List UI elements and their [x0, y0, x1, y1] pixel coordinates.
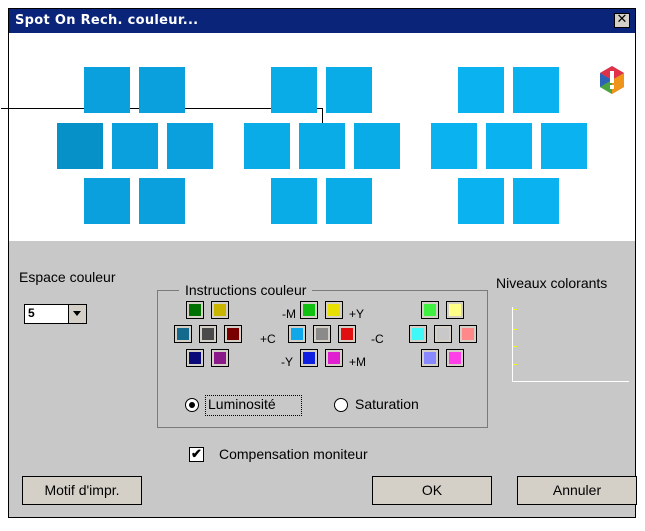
color-swatch-fill: [177, 328, 189, 340]
color-swatch[interactable]: [186, 349, 204, 367]
label-minus-y: -Y: [281, 355, 293, 369]
color-space-select[interactable]: 5: [24, 304, 87, 324]
color-swatch-fill: [341, 328, 353, 340]
color-variation-patch[interactable]: [486, 123, 532, 169]
color-swatch-fill: [424, 352, 436, 364]
color-swatch-fill: [202, 328, 214, 340]
cancel-button[interactable]: Annuler: [517, 476, 637, 505]
color-swatch[interactable]: [409, 325, 427, 343]
color-swatch[interactable]: [211, 349, 229, 367]
print-pattern-button[interactable]: Motif d'impr.: [22, 476, 142, 505]
levels-axis: [512, 307, 513, 382]
pointer-line-vertical: [322, 108, 323, 124]
saturation-radio[interactable]: [334, 398, 348, 412]
level-tick: [513, 346, 517, 347]
color-variation-patch[interactable]: [513, 178, 559, 224]
color-variation-patch[interactable]: [458, 178, 504, 224]
color-variation-patch[interactable]: [139, 178, 185, 224]
color-instructions-title: Instructions couleur: [179, 282, 313, 298]
level-tick: [513, 309, 517, 310]
color-swatch-fill: [449, 352, 461, 364]
level-tick: [513, 329, 517, 330]
monitor-compensation-label[interactable]: Compensation moniteur: [219, 446, 368, 462]
color-swatch[interactable]: [338, 325, 356, 343]
chevron-down-icon[interactable]: [68, 305, 86, 323]
label-minus-c: -C: [371, 332, 384, 346]
color-swatch[interactable]: [421, 301, 439, 319]
color-variation-patch[interactable]: [57, 123, 103, 169]
label-minus-m: -M: [282, 307, 296, 321]
color-variation-patch[interactable]: [431, 123, 477, 169]
color-swatch-fill: [291, 328, 303, 340]
color-variation-patch[interactable]: [271, 67, 317, 113]
color-variation-patch[interactable]: [326, 178, 372, 224]
color-variation-patch[interactable]: [326, 67, 372, 113]
color-variation-patch[interactable]: [167, 123, 213, 169]
color-swatch-fill: [303, 352, 315, 364]
color-preview-area: [1, 33, 635, 241]
color-variation-patch[interactable]: [541, 123, 587, 169]
color-swatch-fill: [449, 304, 461, 316]
color-swatch[interactable]: [211, 301, 229, 319]
color-variation-patch[interactable]: [84, 67, 130, 113]
color-swatch-fill: [462, 328, 474, 340]
color-variation-patch[interactable]: [139, 67, 185, 113]
color-swatch[interactable]: [459, 325, 477, 343]
color-swatch-fill: [316, 328, 328, 340]
title-bar: Spot On Rech. couleur... ✕: [9, 9, 635, 33]
color-swatch-fill: [328, 352, 340, 364]
ink-levels-graph: [512, 307, 629, 382]
color-swatch[interactable]: [288, 325, 306, 343]
gamut-warning-icon: [600, 66, 624, 94]
color-variation-patch[interactable]: [458, 67, 504, 113]
color-swatch[interactable]: [174, 325, 192, 343]
color-swatch-fill: [303, 304, 315, 316]
color-swatch-fill: [189, 352, 201, 364]
label-plus-y: +Y: [349, 307, 365, 321]
radio-dot: [189, 402, 195, 408]
label-plus-c: +C: [260, 332, 276, 346]
color-variation-patch[interactable]: [271, 178, 317, 224]
color-space-value: 5: [28, 306, 35, 320]
color-variation-patch[interactable]: [513, 67, 559, 113]
color-swatch[interactable]: [325, 301, 343, 319]
color-variation-patch[interactable]: [84, 178, 130, 224]
monitor-compensation-checkbox[interactable]: ✔: [189, 447, 204, 462]
color-swatch-fill: [437, 328, 449, 340]
color-swatch[interactable]: [446, 301, 464, 319]
color-swatch-fill: [189, 304, 201, 316]
color-swatch[interactable]: [421, 349, 439, 367]
color-swatch[interactable]: [186, 301, 204, 319]
color-swatch[interactable]: [224, 325, 242, 343]
color-variation-patch[interactable]: [244, 123, 290, 169]
color-swatch-fill: [214, 352, 226, 364]
levels-baseline: [512, 381, 629, 382]
color-swatch-fill: [214, 304, 226, 316]
color-swatch[interactable]: [300, 349, 318, 367]
color-swatch-fill: [328, 304, 340, 316]
color-space-label: Espace couleur: [19, 269, 116, 285]
color-swatch[interactable]: [199, 325, 217, 343]
color-swatch[interactable]: [434, 325, 452, 343]
luminosity-radio[interactable]: [185, 398, 199, 412]
label-plus-m: +M: [349, 355, 367, 369]
color-variation-patch[interactable]: [354, 123, 400, 169]
color-swatch[interactable]: [325, 349, 343, 367]
window-title: Spot On Rech. couleur...: [15, 13, 199, 28]
color-variation-patch[interactable]: [112, 123, 158, 169]
saturation-label[interactable]: Saturation: [355, 396, 419, 412]
color-variation-patch[interactable]: [299, 123, 345, 169]
ok-button[interactable]: OK: [372, 476, 492, 505]
color-swatch[interactable]: [313, 325, 331, 343]
close-button[interactable]: ✕: [614, 13, 630, 28]
color-swatch[interactable]: [300, 301, 318, 319]
ink-levels-label: Niveaux colorants: [496, 275, 608, 291]
color-swatch-fill: [227, 328, 239, 340]
color-swatch[interactable]: [446, 349, 464, 367]
spot-on-dialog: Spot On Rech. couleur... ✕ Espace couleu…: [1, 8, 637, 518]
color-swatch-fill: [412, 328, 424, 340]
level-tick: [513, 364, 517, 365]
color-swatch-fill: [424, 304, 436, 316]
luminosity-label[interactable]: Luminosité: [208, 396, 276, 412]
